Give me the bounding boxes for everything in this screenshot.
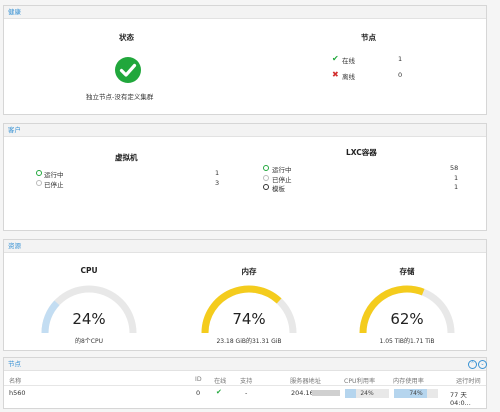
node-mem-value: 74% [409,390,423,397]
lxc-title: LXC容器 [346,148,377,157]
node-cpu-bar: 24% [345,389,389,398]
node-id: 0 [196,389,201,397]
nodes-panel-title: 节点 [8,360,21,368]
node-uptime: 77 天 04:0... [450,391,471,407]
col-header-uptime[interactable]: 运行时间 [456,376,481,385]
status-title: 状态 [119,33,134,42]
status-description: 独立节点-没有定义集群 [86,93,154,101]
vm-stopped-icon [36,180,42,186]
col-header-online[interactable]: 在线 [214,376,226,385]
col-header-id[interactable]: ID [195,376,202,383]
memory-gauge-detail: 23.18 GiB的31.31 GiB [216,338,282,345]
offline-x-icon: ✖ [332,70,339,79]
nodes-panel-header: 节点 [4,358,486,371]
col-header-memory[interactable]: 内存使用率 [393,376,424,385]
node-mem-bar: 74% [394,389,438,398]
nodes-panel: 节点 ⌃ ⌄ 名称 ID 在线 支持 服务器地址 CPU利用率 内存使用率 运行… [3,357,487,409]
storage-gauge-value: 62% [390,310,424,328]
lxc-running-label: 运行中 [272,166,292,174]
collapse-down-icon[interactable]: ⌄ [478,360,487,369]
col-header-name[interactable]: 名称 [9,376,21,385]
online-label: 在线 [342,57,355,65]
lxc-template-icon [263,184,269,190]
lxc-running-icon [263,165,269,171]
lxc-stopped-count: 1 [454,174,459,182]
guests-panel-header: 客户 [4,124,486,137]
cpu-gauge-title: CPU [80,266,98,275]
guests-panel: 客户 虚拟机 运行中 1 已停止 3 LXC容器 运行中 58 已停止 1 模板… [3,123,487,231]
col-header-address[interactable]: 服务器地址 [290,376,321,385]
vm-stopped-count: 3 [215,179,220,187]
vm-running-label: 运行中 [44,171,64,179]
col-header-cpu[interactable]: CPU利用率 [344,376,375,385]
vm-title: 虚拟机 [115,153,138,162]
nodes-title: 节点 [361,33,376,42]
node-name: h560 [9,389,26,397]
vm-stopped-label: 已停止 [44,181,64,189]
collapse-up-icon[interactable]: ⌃ [468,360,477,369]
vm-running-count: 1 [215,169,220,177]
lxc-template-count: 1 [454,183,459,191]
node-address: 204.16 [291,389,314,397]
storage-gauge-title: 存储 [399,267,415,276]
node-online-check-icon: ✔ [216,388,222,396]
health-panel-header: 健康 [4,6,486,19]
vm-running-icon [36,170,42,176]
lxc-stopped-icon [263,175,269,181]
lxc-template-label: 模板 [272,185,285,193]
cpu-gauge-detail: 的8个CPU [74,338,104,345]
table-row[interactable]: h560 0 ✔ - 204.16 24% 74% 77 天 04:0... [4,386,486,407]
online-count: 1 [398,55,403,63]
cpu-gauge-value: 24% [72,310,106,328]
memory-gauge-value: 74% [232,310,266,328]
node-cpu-value: 24% [360,390,374,397]
status-ok-icon [115,57,141,83]
resources-panel: 资源 CPU 24% 的8个CPU 内存 74% 23.18 GiB的31.31… [3,239,487,351]
address-redacted [312,390,340,396]
storage-gauge-detail: 1.05 TiB的1.71 TiB [379,338,435,345]
resources-panel-header: 资源 [4,240,486,253]
health-panel: 健康 状态 独立节点-没有定义集群 节点 ✔ 在线 1 ✖ 离线 0 [3,5,487,115]
lxc-running-count: 58 [450,164,459,172]
node-support: - [245,389,248,397]
col-header-support[interactable]: 支持 [240,376,252,385]
online-check-icon: ✔ [332,54,339,63]
offline-label: 离线 [342,73,355,81]
offline-count: 0 [398,71,403,79]
memory-gauge-title: 内存 [241,267,257,276]
